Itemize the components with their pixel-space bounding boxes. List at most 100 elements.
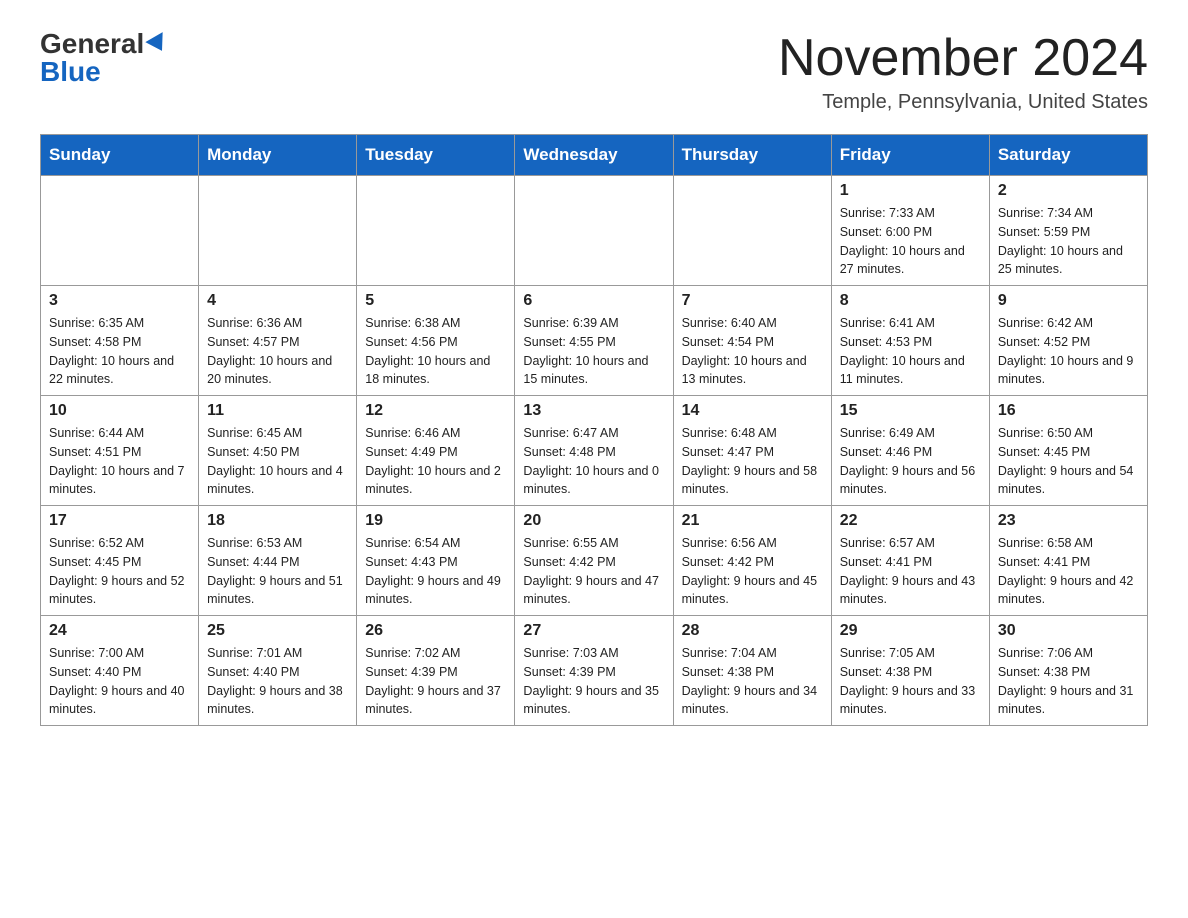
day-info: Sunrise: 6:44 AMSunset: 4:51 PMDaylight:…: [49, 424, 190, 499]
calendar-cell: 27 Sunrise: 7:03 AMSunset: 4:39 PMDayligh…: [515, 616, 673, 726]
day-info: Sunrise: 6:39 AMSunset: 4:55 PMDaylight:…: [523, 314, 664, 389]
day-number: 25: [207, 622, 348, 640]
day-number: 17: [49, 512, 190, 530]
calendar-cell: 8 Sunrise: 6:41 AMSunset: 4:53 PMDaylight…: [831, 286, 989, 396]
day-number: 14: [682, 402, 823, 420]
day-info: Sunrise: 6:52 AMSunset: 4:45 PMDaylight:…: [49, 534, 190, 609]
calendar-cell: 11 Sunrise: 6:45 AMSunset: 4:50 PMDayligh…: [199, 396, 357, 506]
day-info: Sunrise: 7:02 AMSunset: 4:39 PMDaylight:…: [365, 644, 506, 719]
weekday-header-saturday: Saturday: [989, 135, 1147, 176]
day-number: 8: [840, 292, 981, 310]
calendar-cell: 13 Sunrise: 6:47 AMSunset: 4:48 PMDayligh…: [515, 396, 673, 506]
day-info: Sunrise: 6:53 AMSunset: 4:44 PMDaylight:…: [207, 534, 348, 609]
day-number: 27: [523, 622, 664, 640]
calendar-body: 1 Sunrise: 7:33 AMSunset: 6:00 PMDaylight…: [41, 176, 1148, 726]
day-number: 11: [207, 402, 348, 420]
calendar-week-1: 1 Sunrise: 7:33 AMSunset: 6:00 PMDaylight…: [41, 176, 1148, 286]
day-number: 3: [49, 292, 190, 310]
weekday-header-friday: Friday: [831, 135, 989, 176]
day-info: Sunrise: 6:56 AMSunset: 4:42 PMDaylight:…: [682, 534, 823, 609]
calendar-header: SundayMondayTuesdayWednesdayThursdayFrid…: [41, 135, 1148, 176]
calendar-cell: 24Sunrise: 7:00 AMSunset: 4:40 PMDayligh…: [41, 616, 199, 726]
day-number: 26: [365, 622, 506, 640]
weekday-header-tuesday: Tuesday: [357, 135, 515, 176]
calendar-cell: 19Sunrise: 6:54 AMSunset: 4:43 PMDayligh…: [357, 506, 515, 616]
day-info: Sunrise: 6:48 AMSunset: 4:47 PMDaylight:…: [682, 424, 823, 499]
day-info: Sunrise: 6:38 AMSunset: 4:56 PMDaylight:…: [365, 314, 506, 389]
day-number: 4: [207, 292, 348, 310]
calendar-cell: 28 Sunrise: 7:04 AMSunset: 4:38 PMDayligh…: [673, 616, 831, 726]
day-info: Sunrise: 6:58 AMSunset: 4:41 PMDaylight:…: [998, 534, 1139, 609]
calendar-cell: [41, 176, 199, 286]
calendar-cell: 18 Sunrise: 6:53 AMSunset: 4:44 PMDayligh…: [199, 506, 357, 616]
day-info: Sunrise: 7:33 AMSunset: 6:00 PMDaylight:…: [840, 204, 981, 279]
day-number: 24: [49, 622, 190, 640]
day-info: Sunrise: 7:04 AMSunset: 4:38 PMDaylight:…: [682, 644, 823, 719]
calendar-week-5: 24Sunrise: 7:00 AMSunset: 4:40 PMDayligh…: [41, 616, 1148, 726]
day-number: 12: [365, 402, 506, 420]
day-info: Sunrise: 7:03 AMSunset: 4:39 PMDaylight:…: [523, 644, 664, 719]
calendar-cell: 3 Sunrise: 6:35 AMSunset: 4:58 PMDaylight…: [41, 286, 199, 396]
day-info: Sunrise: 6:35 AMSunset: 4:58 PMDaylight:…: [49, 314, 190, 389]
calendar-cell: 5 Sunrise: 6:38 AMSunset: 4:56 PMDaylight…: [357, 286, 515, 396]
day-number: 20: [523, 512, 664, 530]
calendar-cell: 23 Sunrise: 6:58 AMSunset: 4:41 PMDayligh…: [989, 506, 1147, 616]
location-text: Temple, Pennsylvania, United States: [778, 91, 1148, 114]
day-info: Sunrise: 6:45 AMSunset: 4:50 PMDaylight:…: [207, 424, 348, 499]
weekday-header-wednesday: Wednesday: [515, 135, 673, 176]
day-number: 18: [207, 512, 348, 530]
calendar-cell: 4 Sunrise: 6:36 AMSunset: 4:57 PMDaylight…: [199, 286, 357, 396]
calendar-cell: 6Sunrise: 6:39 AMSunset: 4:55 PMDaylight…: [515, 286, 673, 396]
logo-blue-text: Blue: [40, 58, 101, 86]
calendar-week-3: 10 Sunrise: 6:44 AMSunset: 4:51 PMDayligh…: [41, 396, 1148, 506]
day-info: Sunrise: 7:34 AMSunset: 5:59 PMDaylight:…: [998, 204, 1139, 279]
day-info: Sunrise: 6:42 AMSunset: 4:52 PMDaylight:…: [998, 314, 1139, 389]
weekday-header-monday: Monday: [199, 135, 357, 176]
page-header: General Blue November 2024 Temple, Penns…: [40, 30, 1148, 114]
calendar-cell: 29Sunrise: 7:05 AMSunset: 4:38 PMDayligh…: [831, 616, 989, 726]
calendar-cell: 7Sunrise: 6:40 AMSunset: 4:54 PMDaylight…: [673, 286, 831, 396]
day-info: Sunrise: 6:49 AMSunset: 4:46 PMDaylight:…: [840, 424, 981, 499]
calendar-cell: 17 Sunrise: 6:52 AMSunset: 4:45 PMDayligh…: [41, 506, 199, 616]
day-number: 19: [365, 512, 506, 530]
calendar-cell: 14 Sunrise: 6:48 AMSunset: 4:47 PMDayligh…: [673, 396, 831, 506]
calendar-cell: 26 Sunrise: 7:02 AMSunset: 4:39 PMDayligh…: [357, 616, 515, 726]
calendar-cell: [357, 176, 515, 286]
day-number: 16: [998, 402, 1139, 420]
logo: General Blue: [40, 30, 168, 86]
calendar-cell: [515, 176, 673, 286]
day-info: Sunrise: 6:41 AMSunset: 4:53 PMDaylight:…: [840, 314, 981, 389]
day-number: 13: [523, 402, 664, 420]
day-number: 9: [998, 292, 1139, 310]
calendar-cell: 2 Sunrise: 7:34 AMSunset: 5:59 PMDaylight…: [989, 176, 1147, 286]
day-number: 2: [998, 182, 1139, 200]
day-info: Sunrise: 6:55 AMSunset: 4:42 PMDaylight:…: [523, 534, 664, 609]
calendar-cell: 20 Sunrise: 6:55 AMSunset: 4:42 PMDayligh…: [515, 506, 673, 616]
logo-general-text: General: [40, 30, 144, 58]
day-info: Sunrise: 6:57 AMSunset: 4:41 PMDaylight:…: [840, 534, 981, 609]
day-number: 1: [840, 182, 981, 200]
calendar-cell: [673, 176, 831, 286]
day-info: Sunrise: 7:06 AMSunset: 4:38 PMDaylight:…: [998, 644, 1139, 719]
day-info: Sunrise: 6:36 AMSunset: 4:57 PMDaylight:…: [207, 314, 348, 389]
calendar-week-4: 17 Sunrise: 6:52 AMSunset: 4:45 PMDayligh…: [41, 506, 1148, 616]
weekday-header-thursday: Thursday: [673, 135, 831, 176]
calendar-cell: 9 Sunrise: 6:42 AMSunset: 4:52 PMDaylight…: [989, 286, 1147, 396]
day-number: 5: [365, 292, 506, 310]
day-number: 21: [682, 512, 823, 530]
day-number: 15: [840, 402, 981, 420]
calendar-cell: 15 Sunrise: 6:49 AMSunset: 4:46 PMDayligh…: [831, 396, 989, 506]
weekday-header-sunday: Sunday: [41, 135, 199, 176]
calendar-cell: 1 Sunrise: 7:33 AMSunset: 6:00 PMDaylight…: [831, 176, 989, 286]
day-number: 23: [998, 512, 1139, 530]
calendar-cell: 30Sunrise: 7:06 AMSunset: 4:38 PMDayligh…: [989, 616, 1147, 726]
day-info: Sunrise: 6:50 AMSunset: 4:45 PMDaylight:…: [998, 424, 1139, 499]
day-number: 28: [682, 622, 823, 640]
title-section: November 2024 Temple, Pennsylvania, Unit…: [778, 30, 1148, 114]
day-info: Sunrise: 6:47 AMSunset: 4:48 PMDaylight:…: [523, 424, 664, 499]
calendar-table: SundayMondayTuesdayWednesdayThursdayFrid…: [40, 134, 1148, 726]
logo-triangle-icon: [146, 32, 171, 56]
day-number: 10: [49, 402, 190, 420]
day-info: Sunrise: 7:05 AMSunset: 4:38 PMDaylight:…: [840, 644, 981, 719]
calendar-cell: 25Sunrise: 7:01 AMSunset: 4:40 PMDayligh…: [199, 616, 357, 726]
